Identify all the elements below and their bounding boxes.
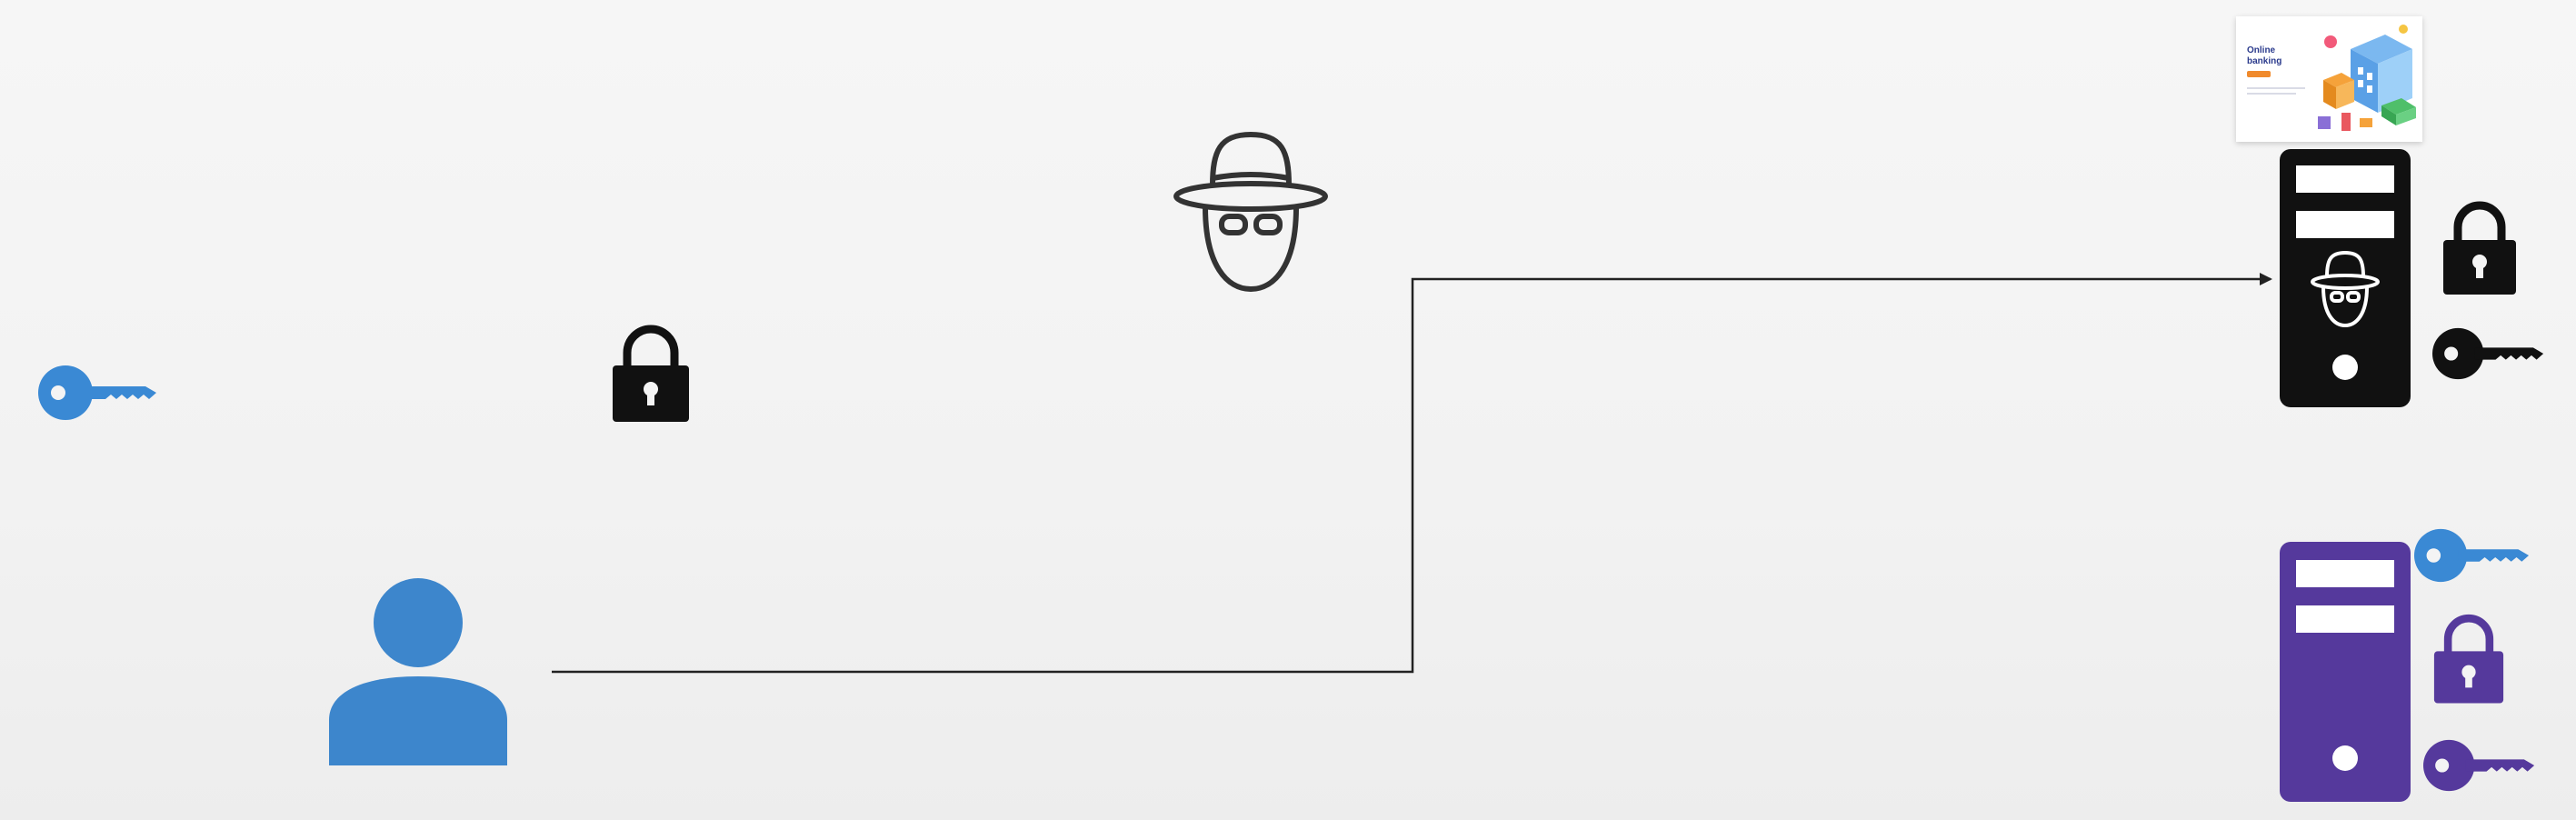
lock-icon xyxy=(2443,201,2516,295)
banking-illustration xyxy=(2318,25,2416,131)
key-icon xyxy=(2414,528,2530,583)
user-icon xyxy=(329,578,507,765)
key-icon xyxy=(2423,739,2535,792)
website-title: Online banking xyxy=(2247,45,2282,66)
bank-server-icon xyxy=(2280,542,2411,802)
lock-icon xyxy=(2433,614,2504,704)
hacker-server-icon xyxy=(2280,149,2411,407)
website-text-line xyxy=(2247,93,2296,95)
website-text-line xyxy=(2247,87,2305,89)
hacker-icon xyxy=(1173,132,1328,292)
website-preview: Online banking xyxy=(2236,16,2422,142)
key-icon xyxy=(38,365,156,420)
website-cta-button xyxy=(2247,71,2271,77)
lock-icon xyxy=(613,325,689,422)
key-icon xyxy=(2432,327,2544,380)
diagram-canvas: Online banking xyxy=(0,0,2576,820)
